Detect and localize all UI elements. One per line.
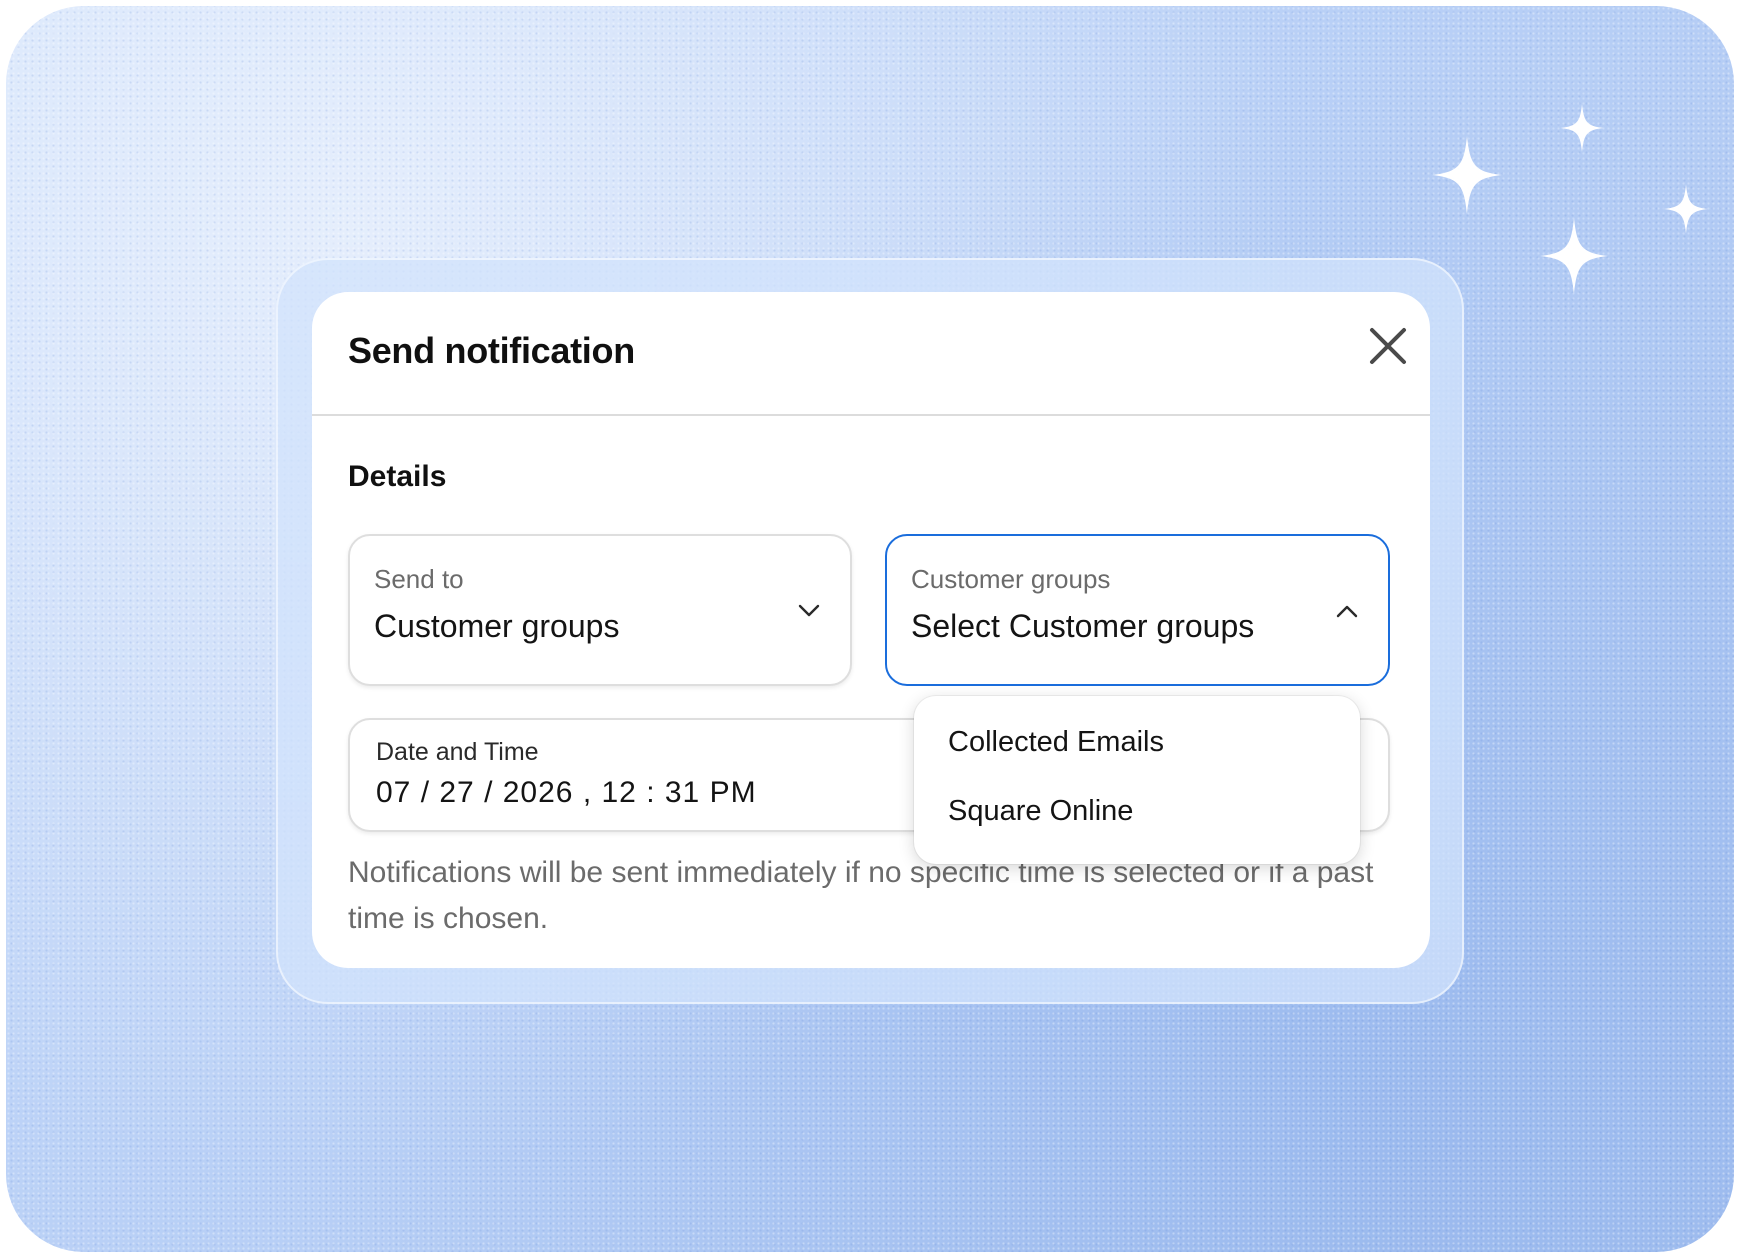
dialog-title: Send notification (348, 330, 635, 371)
dropdown-option-square-online[interactable]: Square Online (948, 795, 1133, 828)
close-button[interactable] (1364, 322, 1412, 370)
customer-groups-placeholder: Select Customer groups (911, 608, 1255, 644)
send-to-select[interactable]: Send to Customer groups (348, 534, 852, 686)
send-to-label: Send to (374, 564, 464, 594)
sparkle-icon (1432, 136, 1502, 214)
sparkle-icon (1664, 184, 1708, 234)
send-to-value: Customer groups (374, 608, 620, 644)
sparkle-icon (1560, 104, 1604, 152)
customer-groups-select[interactable]: Customer groups Select Customer groups (885, 534, 1390, 686)
customer-groups-dropdown: Collected Emails Square Online (914, 696, 1360, 864)
customer-groups-label: Customer groups (911, 564, 1111, 594)
dialog-header: Send notification (312, 292, 1430, 416)
date-time-label: Date and Time (376, 738, 539, 766)
section-title-details: Details (348, 460, 447, 493)
chevron-up-icon (1336, 605, 1358, 618)
close-icon (1370, 328, 1406, 364)
chevron-down-icon (798, 604, 820, 617)
dropdown-option-collected-emails[interactable]: Collected Emails (948, 726, 1164, 759)
sparkle-icon (1540, 218, 1608, 294)
date-time-value[interactable]: 07 / 27 / 2026 , 12 : 31 PM (376, 776, 757, 810)
